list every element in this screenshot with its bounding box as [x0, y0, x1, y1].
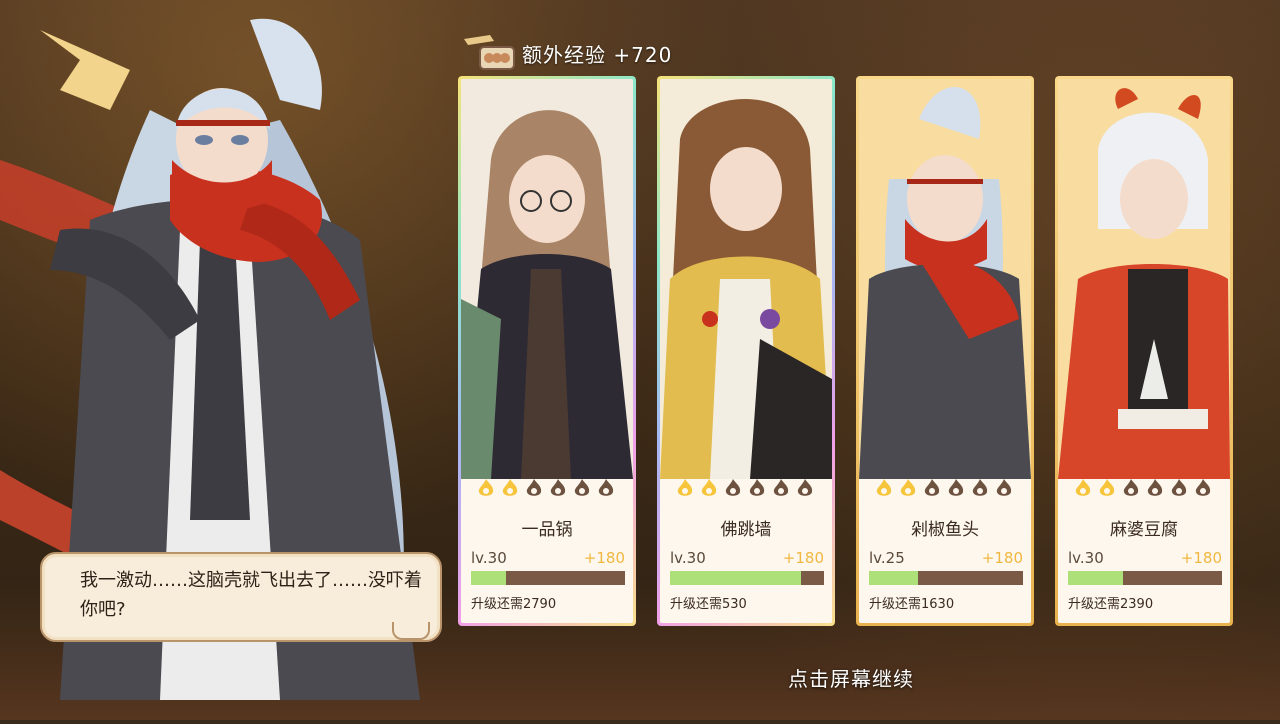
character-level: lv.30: [670, 549, 706, 567]
flame-filled-icon: [698, 477, 720, 499]
flame-empty-icon: [794, 477, 816, 499]
flame-empty-icon: [921, 477, 943, 499]
star-rating: [873, 477, 1015, 499]
exp-gain: +180: [782, 549, 824, 567]
character-name: 佛跳墙: [720, 520, 772, 540]
flame-empty-icon: [1144, 477, 1166, 499]
flame-empty-icon: [945, 477, 967, 499]
exp-progress-bar: [869, 571, 1023, 585]
exp-progress-fill: [869, 571, 919, 585]
character-name: 剁椒鱼头: [911, 520, 979, 540]
exp-gain: +180: [981, 549, 1023, 567]
exp-needed: 升级还需530: [670, 597, 747, 612]
character-card-2[interactable]: 佛跳墙 lv.30 +180 升级还需530: [657, 76, 835, 626]
character-card-3[interactable]: 剁椒鱼头 lv.25 +180 升级还需1630: [856, 76, 1034, 626]
card-body: 剁椒鱼头 lv.25 +180 升级还需1630: [859, 79, 1031, 623]
flame-filled-icon: [475, 477, 497, 499]
exp-progress-fill: [670, 571, 801, 585]
exp-progress-fill: [471, 571, 507, 585]
character-name: 一品锅: [521, 520, 573, 540]
flame-empty-icon: [1192, 477, 1214, 499]
dialog-bubble[interactable]: 我一激动……这脑壳就飞出去了……没吓着你吧?: [40, 552, 442, 642]
character-portrait: [461, 79, 633, 479]
character-portrait: [1058, 79, 1230, 479]
flame-filled-icon: [873, 477, 895, 499]
flame-empty-icon: [746, 477, 768, 499]
flame-empty-icon: [595, 477, 617, 499]
star-rating: [674, 477, 816, 499]
exp-needed: 升级还需2790: [471, 597, 557, 612]
flame-filled-icon: [1096, 477, 1118, 499]
exp-progress-fill: [1068, 571, 1124, 585]
rice-bowl-icon: [460, 33, 516, 73]
flame-empty-icon: [547, 477, 569, 499]
flame-filled-icon: [499, 477, 521, 499]
flame-empty-icon: [523, 477, 545, 499]
character-name: 麻婆豆腐: [1110, 520, 1178, 540]
character-level: lv.30: [471, 549, 507, 567]
exp-progress-bar: [1068, 571, 1222, 585]
exp-gain: +180: [1180, 549, 1222, 567]
dialog-text: 我一激动……这脑壳就飞出去了……没吓着你吧?: [80, 570, 422, 620]
card-body: 一品锅 lv.30 +180 升级还需2790: [461, 79, 633, 623]
flame-empty-icon: [571, 477, 593, 499]
exp-needed: 升级还需2390: [1068, 597, 1154, 612]
character-card-4[interactable]: 麻婆豆腐 lv.30 +180 升级还需2390: [1055, 76, 1233, 626]
character-level: lv.25: [869, 549, 905, 567]
flame-empty-icon: [770, 477, 792, 499]
star-rating: [1072, 477, 1214, 499]
card-body: 麻婆豆腐 lv.30 +180 升级还需2390: [1058, 79, 1230, 623]
exp-gain: +180: [583, 549, 625, 567]
exp-needed: 升级还需1630: [869, 597, 955, 612]
flame-empty-icon: [969, 477, 991, 499]
character-portrait: [859, 79, 1031, 479]
bonus-exp-banner: 额外经验 +720: [460, 26, 672, 80]
character-card-1[interactable]: 一品锅 lv.30 +180 升级还需2790: [458, 76, 636, 626]
bonus-exp-label: 额外经验 +720: [522, 42, 673, 67]
flame-empty-icon: [1168, 477, 1190, 499]
flame-filled-icon: [1072, 477, 1094, 499]
flame-filled-icon: [674, 477, 696, 499]
flame-filled-icon: [897, 477, 919, 499]
tap-to-continue-hint[interactable]: 点击屏幕继续: [788, 663, 914, 692]
flame-empty-icon: [993, 477, 1015, 499]
character-portrait: [660, 79, 832, 479]
exp-progress-bar: [471, 571, 625, 585]
star-rating: [475, 477, 617, 499]
dialog-bubble-tail: [392, 622, 430, 640]
exp-progress-bar: [670, 571, 824, 585]
card-body: 佛跳墙 lv.30 +180 升级还需530: [660, 79, 832, 623]
flame-empty-icon: [1120, 477, 1142, 499]
character-level: lv.30: [1068, 549, 1104, 567]
flame-empty-icon: [722, 477, 744, 499]
